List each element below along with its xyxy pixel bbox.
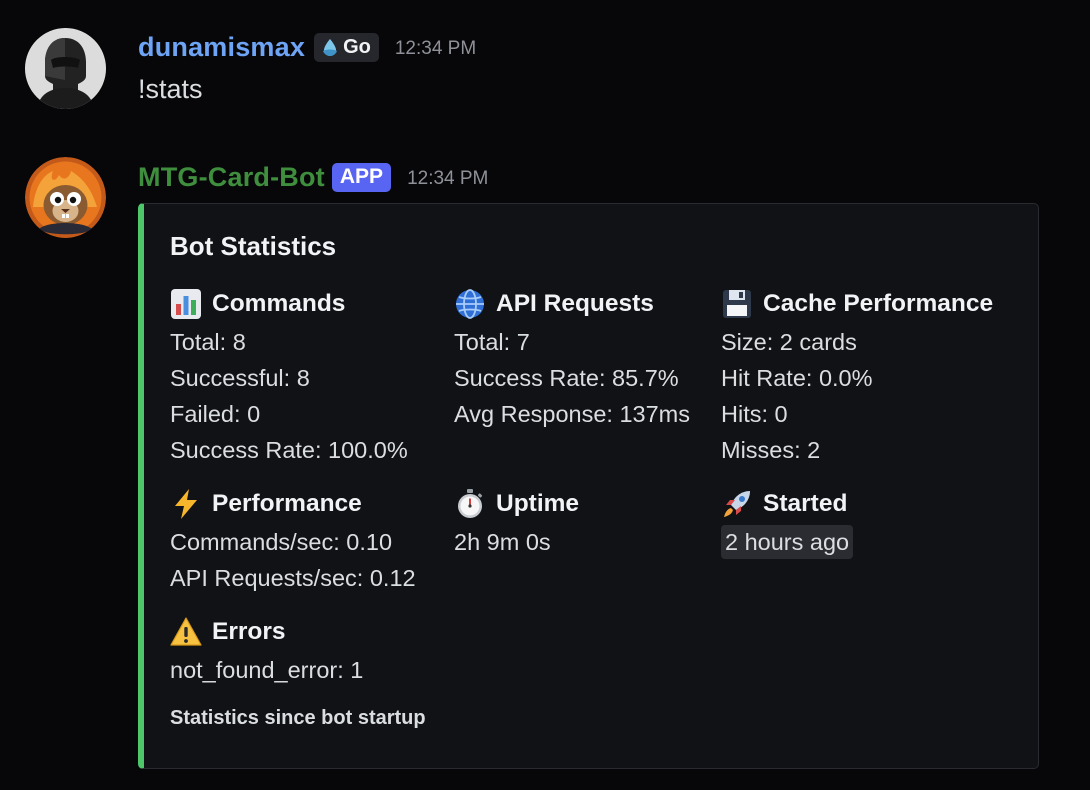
- stopwatch-icon: [454, 488, 486, 520]
- embed-title: Bot Statistics: [170, 231, 337, 261]
- message-header: dunamismax Go 12:34 PM: [138, 29, 476, 65]
- message-user: dunamismax Go 12:34 PM !stats: [0, 0, 1090, 140]
- floppy-disk-icon: [721, 288, 753, 320]
- field-value-line: Failed: 0: [170, 401, 261, 427]
- field-errors: Errors not_found_error: 1: [170, 612, 363, 688]
- field-value-line: 2h 9m 0s: [454, 529, 551, 555]
- field-name: Commands: [212, 290, 346, 317]
- field-value-line: Hits: 0: [721, 401, 788, 427]
- guild-tag[interactable]: Go: [314, 32, 379, 62]
- chat-view: dunamismax Go 12:34 PM !stats MTG-Card-B…: [0, 0, 1090, 790]
- field-name: API Requests: [496, 290, 654, 317]
- rocket-icon: [721, 488, 753, 520]
- field-value-line: Success Rate: 85.7%: [454, 365, 679, 391]
- field-api-requests: API Requests Total: 7 Success Rate: 85.7…: [454, 284, 690, 432]
- field-name: Performance: [212, 490, 362, 517]
- message-timestamp[interactable]: 12:34 PM: [395, 38, 476, 60]
- app-badge: APP: [331, 162, 392, 192]
- username[interactable]: dunamismax: [138, 32, 305, 63]
- message-header: MTG-Card-Bot APP 12:34 PM: [138, 159, 488, 195]
- warning-icon: [170, 616, 202, 648]
- user-avatar[interactable]: [25, 28, 106, 109]
- bar-chart-icon: [170, 288, 202, 320]
- stats-embed: Bot Statistics Commands Total: 8 Success…: [138, 203, 1039, 769]
- globe-icon: [454, 288, 486, 320]
- embed-footer: Statistics since bot startup: [170, 707, 426, 729]
- field-commands: Commands Total: 8 Successful: 8 Failed: …: [170, 284, 408, 468]
- field-value-line: API Requests/sec: 0.12: [170, 565, 416, 591]
- field-name: Cache Performance: [763, 290, 994, 317]
- field-value-line: Success Rate: 100.0%: [170, 437, 408, 463]
- lightning-icon: [170, 488, 202, 520]
- field-value-line: Total: 7: [454, 329, 530, 355]
- field-value-line: Misses: 2: [721, 437, 821, 463]
- field-value-line: Total: 8: [170, 329, 246, 355]
- field-value-line: Size: 2 cards: [721, 329, 857, 355]
- message-content: !stats: [138, 74, 203, 104]
- field-started: Started 2 hours ago: [721, 484, 854, 560]
- water-drop-icon: [323, 39, 338, 56]
- field-name: Started: [763, 490, 848, 517]
- field-performance: Performance Commands/sec: 0.10 API Reque…: [170, 484, 416, 596]
- field-value-line: not_found_error: 1: [170, 657, 364, 683]
- bot-username[interactable]: MTG-Card-Bot: [138, 162, 325, 193]
- field-cache-performance: Cache Performance Size: 2 cards Hit Rate…: [721, 284, 993, 468]
- field-name: Errors: [212, 618, 286, 645]
- field-name: Uptime: [496, 490, 580, 517]
- guild-tag-label: Go: [343, 35, 371, 58]
- message-bot: MTG-Card-Bot APP 12:34 PM Bot Statistics: [0, 140, 1090, 790]
- field-value-line: Avg Response: 137ms: [454, 401, 691, 427]
- bot-avatar[interactable]: [25, 157, 106, 238]
- field-value-line: Hit Rate: 0.0%: [721, 365, 873, 391]
- message-timestamp[interactable]: 12:34 PM: [407, 168, 488, 190]
- field-uptime: Uptime 2h 9m 0s: [454, 484, 579, 560]
- field-value-line: Successful: 8: [170, 365, 310, 391]
- relative-timestamp[interactable]: 2 hours ago: [721, 525, 854, 559]
- field-value-line: Commands/sec: 0.10: [170, 529, 393, 555]
